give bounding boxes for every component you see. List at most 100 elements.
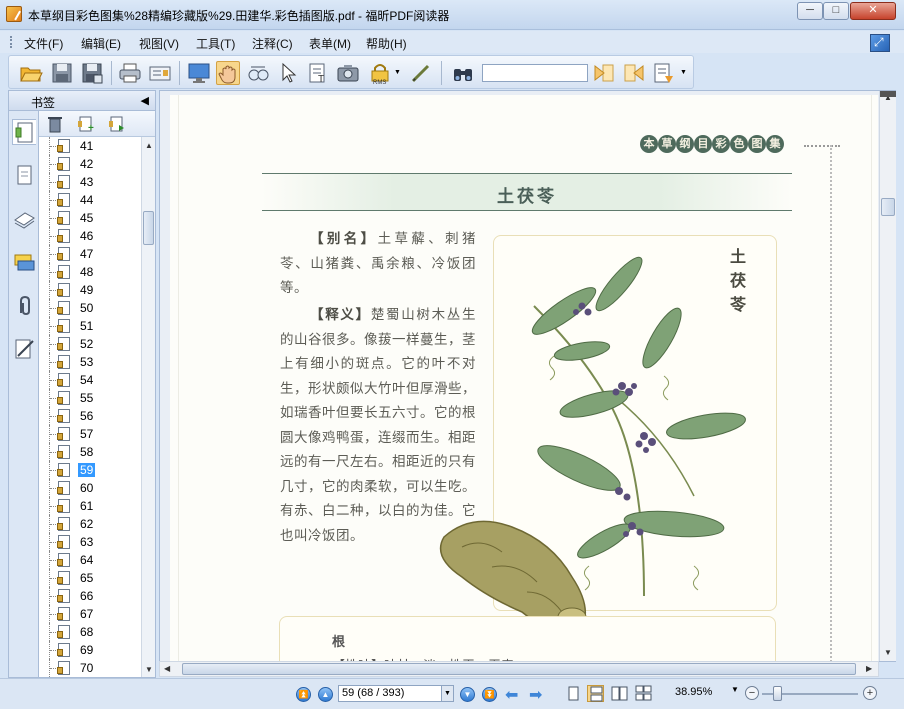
close-button[interactable]: ✕ [850, 2, 896, 20]
menu-comment[interactable]: 注释(C) [252, 35, 293, 52]
scroll-up-arrow-icon[interactable]: ▲ [145, 141, 153, 150]
search-options-icon[interactable] [652, 61, 676, 85]
search-options-dropdown-icon[interactable]: ▼ [679, 61, 689, 85]
bookmark-label[interactable]: 58 [78, 445, 95, 459]
find-previous-icon[interactable] [592, 61, 616, 85]
bookmark-label[interactable]: 47 [78, 247, 95, 261]
open-folder-icon[interactable] [19, 61, 43, 85]
rms-dropdown-icon[interactable]: ▼ [393, 61, 403, 85]
bookmark-label[interactable]: 50 [78, 301, 95, 315]
find-binoculars-icon[interactable] [451, 61, 475, 85]
bookmark-label[interactable]: 59 [78, 463, 96, 477]
collapse-panel-icon[interactable]: ◀ [141, 94, 149, 107]
bookmark-label[interactable]: 53 [78, 355, 95, 369]
pages-tab-icon[interactable] [12, 163, 36, 189]
bookmark-item[interactable]: 61 [39, 497, 141, 515]
menu-view[interactable]: 视图(V) [139, 35, 179, 52]
zoom-in-icon[interactable]: + [863, 686, 877, 700]
save-as-icon[interactable] [80, 61, 104, 85]
bookmark-label[interactable]: 41 [78, 139, 95, 153]
bookmark-item[interactable]: 50 [39, 299, 141, 317]
bookmark-item[interactable]: 47 [39, 245, 141, 263]
rms-lock-icon[interactable]: RMS [368, 61, 392, 86]
bookmark-item[interactable]: 70 [39, 659, 141, 677]
bookmark-item[interactable]: 68 [39, 623, 141, 641]
bookmark-item[interactable]: 56 [39, 407, 141, 425]
bookmark-label[interactable]: 65 [78, 571, 95, 585]
page-number-field[interactable]: 59 (68 / 393) ▼ [338, 685, 454, 702]
scroll-left-arrow-icon[interactable]: ◀ [164, 664, 170, 673]
bookmark-scrollbar[interactable]: ▲ ▼ [141, 137, 155, 677]
zoom-slider-thumb[interactable] [773, 686, 782, 701]
bookmark-label[interactable]: 49 [78, 283, 95, 297]
add-bookmark-icon[interactable]: + [78, 115, 96, 136]
bookmark-item[interactable]: 49 [39, 281, 141, 299]
bookmark-item[interactable]: 41 [39, 137, 141, 155]
bookmark-label[interactable]: 46 [78, 229, 95, 243]
text-select-icon[interactable]: T [306, 61, 330, 85]
bookmark-label[interactable]: 61 [78, 499, 95, 513]
forward-view-icon[interactable]: ➡ [529, 685, 542, 705]
select-arrow-icon[interactable] [276, 61, 300, 85]
bookmark-label[interactable]: 52 [78, 337, 95, 351]
add-child-bookmark-icon[interactable] [109, 115, 127, 136]
minimize-button[interactable]: ─ [797, 2, 823, 20]
signatures-tab-icon[interactable] [12, 336, 36, 362]
hand-tool-icon[interactable] [216, 61, 240, 85]
bookmark-item[interactable]: 66 [39, 587, 141, 605]
bookmarks-tab-icon[interactable] [12, 119, 36, 145]
zoom-glasses-icon[interactable] [246, 61, 270, 85]
bookmark-label[interactable]: 42 [78, 157, 95, 171]
continuous-view-icon[interactable] [587, 685, 604, 702]
previous-page-icon[interactable]: ▲ [318, 687, 333, 702]
bookmark-label[interactable]: 69 [78, 643, 95, 657]
print-icon[interactable] [118, 61, 142, 85]
bookmark-item[interactable]: 64 [39, 551, 141, 569]
bookmark-item[interactable]: 55 [39, 389, 141, 407]
attachments-tab-icon[interactable] [12, 293, 36, 319]
zoom-dropdown-icon[interactable]: ▼ [731, 685, 739, 694]
bookmark-item[interactable]: 62 [39, 515, 141, 533]
bookmark-label[interactable]: 51 [78, 319, 95, 333]
bookmark-label[interactable]: 62 [78, 517, 95, 531]
properties-icon[interactable] [148, 61, 172, 85]
bookmark-label[interactable]: 54 [78, 373, 95, 387]
bookmark-label[interactable]: 68 [78, 625, 95, 639]
sign-pen-icon[interactable] [409, 61, 433, 85]
bookmark-item[interactable]: 46 [39, 227, 141, 245]
delete-bookmark-icon[interactable] [47, 115, 63, 136]
bookmark-label[interactable]: 44 [78, 193, 95, 207]
bookmark-label[interactable]: 55 [78, 391, 95, 405]
scroll-right-arrow-icon[interactable]: ▶ [866, 664, 872, 673]
bookmark-label[interactable]: 45 [78, 211, 95, 225]
menu-edit[interactable]: 编辑(E) [81, 35, 121, 52]
document-vertical-scrollbar[interactable]: ▲ ▼ [879, 91, 896, 661]
bookmark-label[interactable]: 60 [78, 481, 95, 495]
bookmark-item[interactable]: 58 [39, 443, 141, 461]
bookmark-label[interactable]: 70 [78, 661, 95, 675]
next-page-icon[interactable]: ▼ [460, 687, 475, 702]
scroll-down-arrow-icon[interactable]: ▼ [884, 648, 892, 657]
bookmark-label[interactable]: 67 [78, 607, 95, 621]
bookmark-item[interactable]: 54 [39, 371, 141, 389]
maximize-button[interactable]: □ [823, 2, 849, 20]
bookmark-scroll-thumb[interactable] [143, 211, 154, 245]
bookmark-label[interactable]: 64 [78, 553, 95, 567]
first-page-icon[interactable]: ⏫ [296, 687, 311, 702]
bookmark-label[interactable]: 63 [78, 535, 95, 549]
bookmark-item[interactable]: 57 [39, 425, 141, 443]
bookmark-label[interactable]: 56 [78, 409, 95, 423]
bookmark-label[interactable]: 48 [78, 265, 95, 279]
save-icon[interactable] [50, 61, 74, 85]
bookmark-item[interactable]: 42 [39, 155, 141, 173]
document-scroll-thumb[interactable] [881, 198, 895, 216]
bookmark-item[interactable]: 52 [39, 335, 141, 353]
bookmark-item[interactable]: 65 [39, 569, 141, 587]
bookmark-item[interactable]: 51 [39, 317, 141, 335]
menu-form[interactable]: 表单(M) [309, 35, 351, 52]
zoom-out-icon[interactable]: − [745, 686, 759, 700]
menu-tools[interactable]: 工具(T) [196, 35, 235, 52]
facing-view-icon[interactable] [611, 685, 628, 702]
camera-icon[interactable] [336, 61, 360, 85]
last-page-icon[interactable]: ⏬ [482, 687, 497, 702]
